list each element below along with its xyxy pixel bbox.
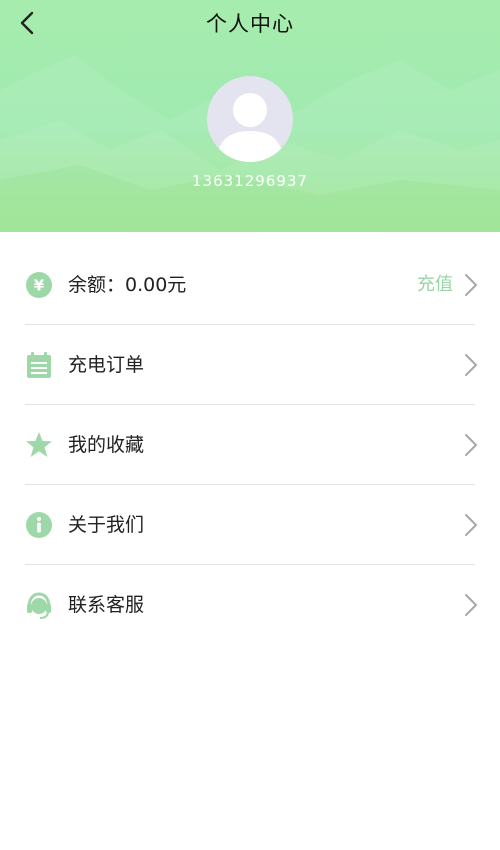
headset-icon xyxy=(27,592,51,619)
chevron-right-icon xyxy=(465,274,477,296)
menu-item-label: 我的收藏 xyxy=(68,434,145,456)
chevron-right-icon xyxy=(465,434,477,456)
profile-page: 个人中心 13631296937 ¥ 余额：0.00元 充值 充电订单 我的收藏… xyxy=(0,0,500,850)
menu-item-about-us[interactable]: 关于我们 xyxy=(0,485,500,565)
info-icon xyxy=(26,512,52,538)
chevron-right-icon xyxy=(465,594,477,616)
yen-coin-icon: ¥ xyxy=(26,272,52,298)
menu-item-favorites[interactable]: 我的收藏 xyxy=(0,405,500,485)
phone-number: 13631296937 xyxy=(192,172,308,190)
menu-item-label: 联系客服 xyxy=(68,594,145,616)
svg-text:¥: ¥ xyxy=(34,277,45,295)
default-user-avatar-icon xyxy=(217,93,283,162)
menu-list: ¥ 余额：0.00元 充值 充电订单 我的收藏 关于我们 联系客服 xyxy=(0,245,500,645)
menu-item-charging-orders[interactable]: 充电订单 xyxy=(0,325,500,405)
profile-header: 个人中心 13631296937 xyxy=(0,0,500,232)
menu-item-balance[interactable]: ¥ 余额：0.00元 充值 xyxy=(0,245,500,325)
star-icon xyxy=(26,432,52,457)
menu-item-label: 关于我们 xyxy=(68,514,145,536)
menu-item-label: 充电订单 xyxy=(68,354,145,376)
balance-label: 余额：0.00元 xyxy=(68,274,187,296)
menu-item-customer-service[interactable]: 联系客服 xyxy=(0,565,500,645)
page-title: 个人中心 xyxy=(206,12,294,36)
calendar-list-icon xyxy=(27,352,51,378)
avatar[interactable] xyxy=(207,76,293,162)
recharge-link[interactable]: 充值 xyxy=(417,271,453,299)
chevron-right-icon xyxy=(465,354,477,376)
chevron-right-icon xyxy=(465,514,477,536)
